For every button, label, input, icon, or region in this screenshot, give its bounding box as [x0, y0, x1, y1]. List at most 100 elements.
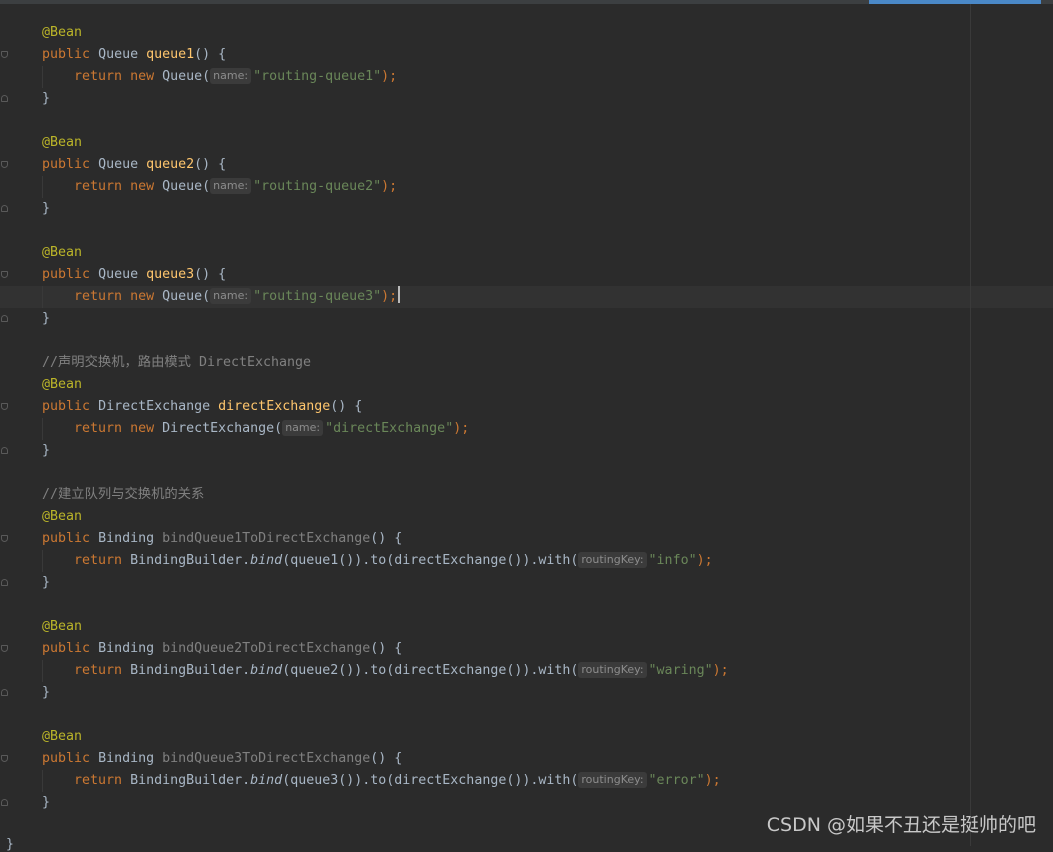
method-chain: (queue3()).to(directExchange()).with(: [282, 773, 579, 788]
string-literal: "directExchange": [325, 421, 454, 436]
return-type: Queue: [98, 267, 147, 282]
code-line[interactable]: return new Queue(name: "routing-queue2");: [74, 176, 397, 198]
fold-marker-icon[interactable]: [1, 645, 8, 652]
keyword: new: [130, 421, 155, 436]
method-name: bindQueue1ToDirectExchange: [162, 531, 371, 546]
fold-marker-icon[interactable]: [1, 205, 8, 212]
signature-tail: () {: [330, 399, 363, 414]
class-reference: BindingBuilder.: [130, 663, 251, 678]
method-name: bindQueue3ToDirectExchange: [162, 751, 371, 766]
return-type: Queue: [98, 47, 147, 62]
fold-marker-icon[interactable]: [1, 799, 8, 806]
string-literal: "routing-queue3": [253, 289, 382, 304]
string-literal: "routing-queue1": [253, 69, 382, 84]
code-line[interactable]: public Queue queue1() {: [42, 44, 226, 66]
code-line[interactable]: return BindingBuilder.bind(queue1()).to(…: [74, 550, 713, 572]
method-name: queue1: [146, 47, 195, 62]
code-line[interactable]: }: [42, 308, 50, 330]
code-line[interactable]: @Bean: [42, 726, 82, 748]
indent-guide: [42, 176, 43, 198]
annotation: @Bean: [42, 619, 83, 634]
static-method: bind: [250, 663, 283, 678]
fold-marker-icon[interactable]: [1, 51, 8, 58]
code-line[interactable]: }: [42, 198, 50, 220]
code-line[interactable]: }: [42, 440, 50, 462]
watermark: CSDN @如果不丑还是挺帅的吧: [766, 814, 1036, 836]
parameter-hint: name:: [282, 420, 324, 436]
code-line[interactable]: public Binding bindQueue1ToDirectExchang…: [42, 528, 402, 550]
keyword: new: [130, 69, 155, 84]
keyword: public: [42, 751, 91, 766]
keyword: public: [42, 399, 91, 414]
code-line[interactable]: return BindingBuilder.bind(queue2()).to(…: [74, 660, 729, 682]
fold-marker-icon[interactable]: [1, 579, 8, 586]
string-literal: "info": [648, 553, 697, 568]
active-tab-indicator: [869, 0, 1041, 4]
code-line[interactable]: }: [42, 682, 50, 704]
code-line[interactable]: //声明交换机，路由模式 DirectExchange: [42, 352, 311, 374]
annotation: @Bean: [42, 509, 83, 524]
code-line[interactable]: @Bean: [42, 242, 82, 264]
keyword: new: [130, 179, 155, 194]
method-name: directExchange: [218, 399, 331, 414]
code-line[interactable]: }: [42, 572, 50, 594]
code-line[interactable]: @Bean: [42, 22, 82, 44]
parameter-hint: routingKey:: [578, 662, 647, 678]
code-line[interactable]: public Queue queue3() {: [42, 264, 226, 286]
parameter-hint: name:: [210, 178, 252, 194]
code-line[interactable]: }: [42, 88, 50, 110]
constructor-call: Queue(: [162, 179, 211, 194]
annotation: @Bean: [42, 245, 83, 260]
close-brace: }: [42, 311, 51, 326]
gutter[interactable]: [0, 0, 12, 846]
fold-marker-icon[interactable]: [1, 447, 8, 454]
fold-marker-icon[interactable]: [1, 689, 8, 696]
return-type: Binding: [98, 531, 163, 546]
annotation: @Bean: [42, 135, 83, 150]
return-type: Queue: [98, 157, 147, 172]
code-line[interactable]: }: [42, 792, 50, 814]
statement-end: );: [712, 663, 729, 678]
fold-marker-icon[interactable]: [1, 403, 8, 410]
comment: //建立队列与交换机的关系: [42, 487, 205, 502]
fold-marker-icon[interactable]: [1, 271, 8, 278]
keyword: return: [74, 663, 123, 678]
code-line[interactable]: return new Queue(name: "routing-queue3");: [74, 286, 401, 308]
text-caret: [398, 286, 401, 303]
signature-tail: () {: [370, 751, 403, 766]
fold-marker-icon[interactable]: [1, 755, 8, 762]
code-line[interactable]: return new DirectExchange(name: "directEx…: [74, 418, 469, 440]
code-line[interactable]: public DirectExchange directExchange() {: [42, 396, 362, 418]
fold-marker-icon[interactable]: [1, 95, 8, 102]
statement-end: );: [453, 421, 470, 436]
fold-marker-icon[interactable]: [1, 535, 8, 542]
comment: //声明交换机，路由模式 DirectExchange: [42, 355, 312, 370]
fold-marker-icon[interactable]: [1, 161, 8, 168]
code-editor[interactable]: @Bean public Queue queue1() { return new…: [0, 0, 1053, 852]
code-line[interactable]: public Binding bindQueue3ToDirectExchang…: [42, 748, 402, 770]
string-literal: "waring": [648, 663, 713, 678]
indent-guide: [42, 66, 43, 88]
keyword: public: [42, 157, 91, 172]
signature-tail: () {: [194, 47, 227, 62]
code-line[interactable]: @Bean: [42, 616, 82, 638]
code-line[interactable]: //建立队列与交换机的关系: [42, 484, 204, 506]
fold-marker-icon[interactable]: [1, 315, 8, 322]
method-name: queue3: [146, 267, 195, 282]
close-brace: }: [42, 201, 51, 216]
code-line[interactable]: @Bean: [42, 506, 82, 528]
code-line[interactable]: return new Queue(name: "routing-queue1");: [74, 66, 397, 88]
method-name: bindQueue2ToDirectExchange: [162, 641, 371, 656]
code-line[interactable]: public Queue queue2() {: [42, 154, 226, 176]
constructor-call: DirectExchange(: [162, 421, 283, 436]
class-reference: BindingBuilder.: [130, 553, 251, 568]
signature-tail: () {: [370, 531, 403, 546]
indent-guide: [42, 550, 43, 572]
signature-tail: () {: [370, 641, 403, 656]
close-brace: }: [42, 795, 51, 810]
code-line[interactable]: public Binding bindQueue2ToDirectExchang…: [42, 638, 402, 660]
code-line[interactable]: return BindingBuilder.bind(queue3()).to(…: [74, 770, 721, 792]
code-line[interactable]: @Bean: [42, 374, 82, 396]
code-line[interactable]: @Bean: [42, 132, 82, 154]
method-name: queue2: [146, 157, 195, 172]
